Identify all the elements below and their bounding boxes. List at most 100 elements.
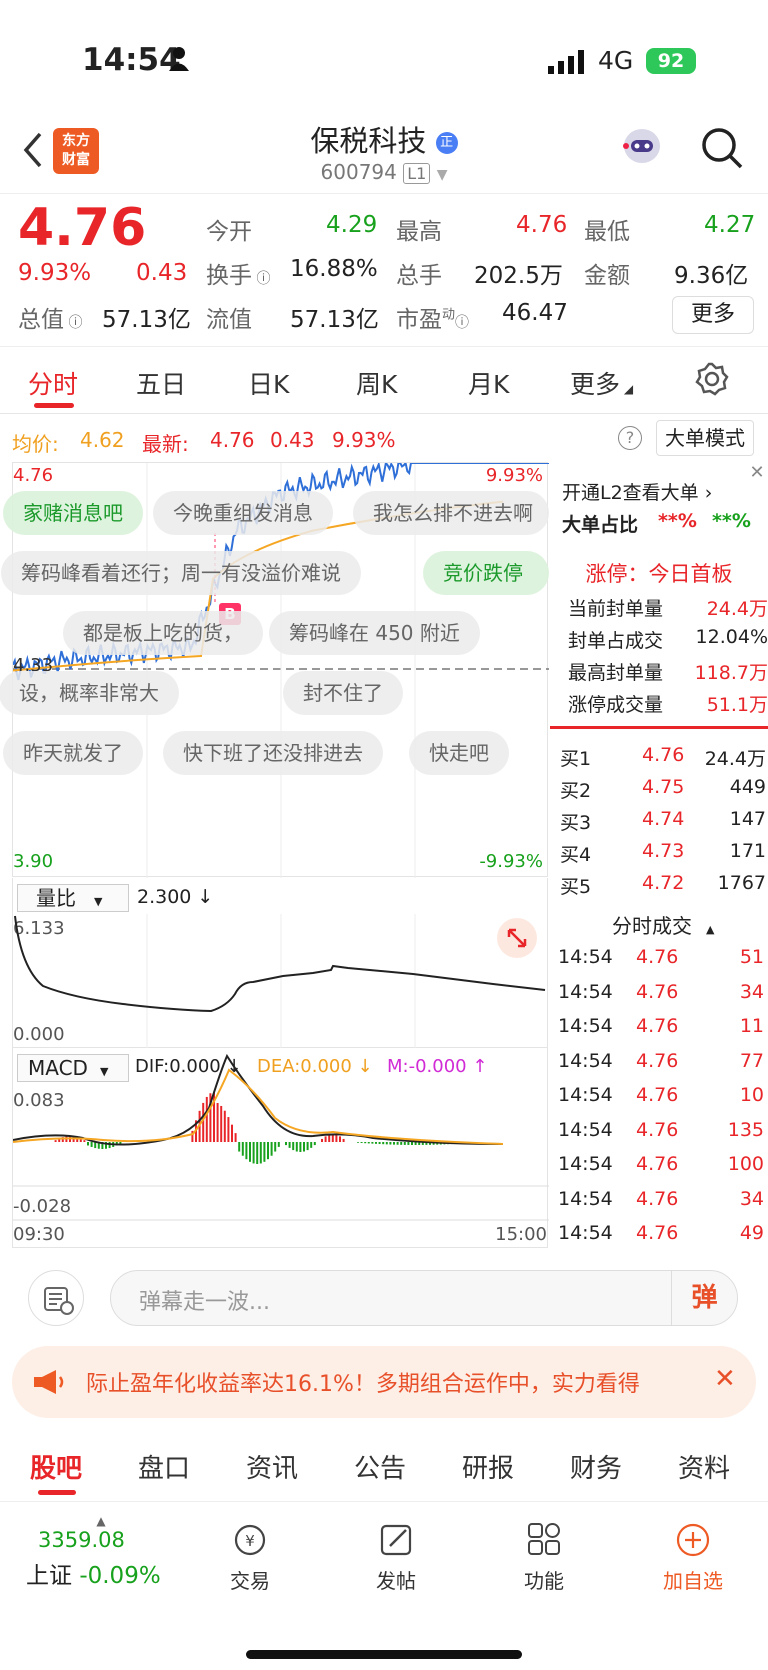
tab-profile[interactable]: 资料 [678, 1448, 730, 1485]
bid-row: 买4 4.73 171 [560, 840, 766, 867]
plus-circle-icon [676, 1523, 710, 1557]
tick-time: 14:54 [558, 980, 613, 1003]
macd-bar [335, 1134, 338, 1142]
level-badge: L1 [403, 163, 431, 184]
tab-finance[interactable]: 财务 [570, 1448, 622, 1485]
settings-gear-icon[interactable] [694, 361, 730, 401]
danmu-item[interactable]: 昨天就发了 [3, 731, 143, 775]
danmu-item[interactable]: 快下班了还没排进去 [163, 731, 383, 775]
avg-value: 4.62 [80, 428, 125, 452]
tab-research[interactable]: 研报 [462, 1448, 514, 1485]
macd-bar [259, 1142, 262, 1164]
intraday-chart[interactable]: 4.76 9.93% 4.33 3.90 -9.93% B 家赌消息吧 今晚重组… [0, 462, 549, 878]
tick-volume: 49 [739, 1222, 764, 1244]
tick-row: 14:54 4.76 10 [558, 1084, 764, 1106]
trade-button[interactable]: ¥ 交易 [210, 1520, 290, 1594]
tab-active-indicator [34, 403, 74, 408]
tick-row: 14:54 4.76 77 [558, 1050, 764, 1072]
tab-news[interactable]: 资讯 [246, 1448, 298, 1485]
danmu-item[interactable]: 筹码峰在 450 附近 [269, 611, 480, 655]
limit-up-title: 涨停：今日首板 [585, 562, 733, 586]
danmu-item[interactable]: 封不住了 [283, 671, 403, 715]
big-order-v1: **% [658, 510, 697, 532]
macd-bar [227, 1117, 230, 1142]
bid-label: 买4 [560, 844, 592, 866]
send-danmu-button[interactable]: 弹 [671, 1271, 737, 1325]
index-ticker[interactable]: ▲ 3359.08 上证 -0.09% [26, 1514, 176, 1590]
danmu-item[interactable]: 都是板上吃的货， [63, 611, 263, 655]
l2-upgrade-link[interactable]: 开通L2查看大单 › [562, 478, 712, 505]
big-order-mode-button[interactable]: 大单模式 [656, 420, 754, 456]
limit-stat-row: 当前封单量 24.4万 [562, 594, 768, 621]
macd-bar [267, 1142, 269, 1160]
tab-guba[interactable]: 股吧 [30, 1448, 82, 1485]
big-order-v2: **% [712, 510, 751, 532]
danmu-item[interactable]: 竞价跌停 [423, 551, 549, 595]
danmu-toggle-icon[interactable] [28, 1270, 84, 1326]
edit-icon [380, 1524, 412, 1556]
period-tabs: 分时 五日 日K 周K 月K 更多 ◢ [0, 346, 768, 414]
tab-intraday[interactable]: 分时 [28, 365, 78, 401]
macd-bar [371, 1142, 374, 1144]
megaphone-icon [32, 1368, 66, 1400]
search-icon[interactable] [700, 126, 744, 174]
bid-row: 买3 4.74 147 [560, 808, 766, 835]
macd-panel: MACD ▼ DIF:0.000 ↓ DEA:0.000 ↓ M:-0.000 ↑… [12, 1048, 549, 1248]
macd-bar [249, 1142, 251, 1162]
robot-avatar-icon[interactable] [620, 124, 664, 168]
tab-five-day[interactable]: 五日 [136, 365, 186, 401]
pe-label: 市盈动ⓘ [396, 307, 470, 333]
chart-info-bar: 均价: 4.62 最新: 4.76 0.43 9.93% ? 大单模式 [0, 420, 768, 458]
avg-label: 均价: [12, 432, 59, 456]
tick-price: 4.76 [636, 1222, 679, 1244]
open-value: 4.29 [326, 212, 378, 238]
tab-pankou[interactable]: 盘口 [138, 1448, 190, 1485]
mktcap-label: 总值 ⓘ [18, 307, 83, 333]
danmu-item[interactable]: 筹码峰看着还行；周一有没溢价难说 [1, 551, 361, 595]
tick-price: 4.76 [636, 1015, 679, 1037]
amount-value: 9.36亿 [674, 263, 749, 289]
tab-more[interactable]: 更多 ◢ [570, 365, 633, 401]
tick-row: 14:54 4.76 11 [558, 1015, 764, 1037]
close-banner-icon[interactable]: ✕ [714, 1364, 736, 1394]
tab-weekly-k[interactable]: 周K [356, 365, 397, 401]
bid-price: 4.76 [642, 744, 685, 766]
danmu-item[interactable]: 快走吧 [409, 731, 509, 775]
danmu-item[interactable]: 家赌消息吧 [3, 491, 143, 535]
danmu-item[interactable]: 今晚重组发消息 [153, 491, 333, 535]
more-button[interactable]: 更多 [672, 296, 754, 334]
limit-stat-row: 涨停成交量 51.1万 [562, 690, 768, 717]
svg-text:¥: ¥ [245, 1532, 255, 1550]
macd-bar [202, 1102, 205, 1142]
status-time: 14:54 [82, 42, 181, 78]
high-label: 最高 [396, 219, 442, 245]
ticks-title[interactable]: 分时成交 ▲ [612, 910, 714, 939]
functions-button[interactable]: 功能 [504, 1520, 584, 1594]
low-label: 最低 [584, 219, 630, 245]
bid-row: 买5 4.72 1767 [560, 872, 766, 899]
close-icon[interactable]: ✕ [746, 462, 768, 484]
collapse-arrow-icon: ▲ [96, 1514, 106, 1528]
danmu-item[interactable]: 我怎么排不进去啊 [353, 491, 549, 535]
macd-bar [292, 1142, 295, 1151]
stat-value: 24.4万 [706, 598, 768, 620]
tab-daily-k[interactable]: 日K [248, 365, 289, 401]
danmu-input[interactable]: 弹幕走一波... 弹 [110, 1270, 738, 1326]
macd-bar [231, 1124, 233, 1142]
tab-monthly-k[interactable]: 月K [468, 365, 509, 401]
tab-announcements[interactable]: 公告 [354, 1448, 406, 1485]
promo-banner[interactable]: 际止盈年化收益率达16.1%！多期组合运作中，实力看得 ✕ [12, 1346, 756, 1418]
add-watchlist-button[interactable]: 加自选 [648, 1520, 738, 1594]
post-button[interactable]: 发帖 [356, 1520, 436, 1594]
tick-volume: 77 [739, 1049, 764, 1072]
macd-bar [299, 1142, 302, 1152]
volume-ratio-panel: 量比 ▼ 2.300 ↓ 6.133 0.000 [12, 878, 548, 1048]
network-type: 4G [598, 46, 634, 75]
help-icon[interactable]: ? [618, 426, 642, 450]
expand-icon[interactable] [497, 918, 537, 958]
macd-bar [220, 1105, 223, 1142]
danmu-item[interactable]: 设，概率非常大 [0, 671, 179, 715]
amount-label: 金额 [584, 263, 630, 289]
dropdown-icon: ▼ [436, 167, 448, 183]
time-start: 09:30 [13, 1224, 65, 1245]
